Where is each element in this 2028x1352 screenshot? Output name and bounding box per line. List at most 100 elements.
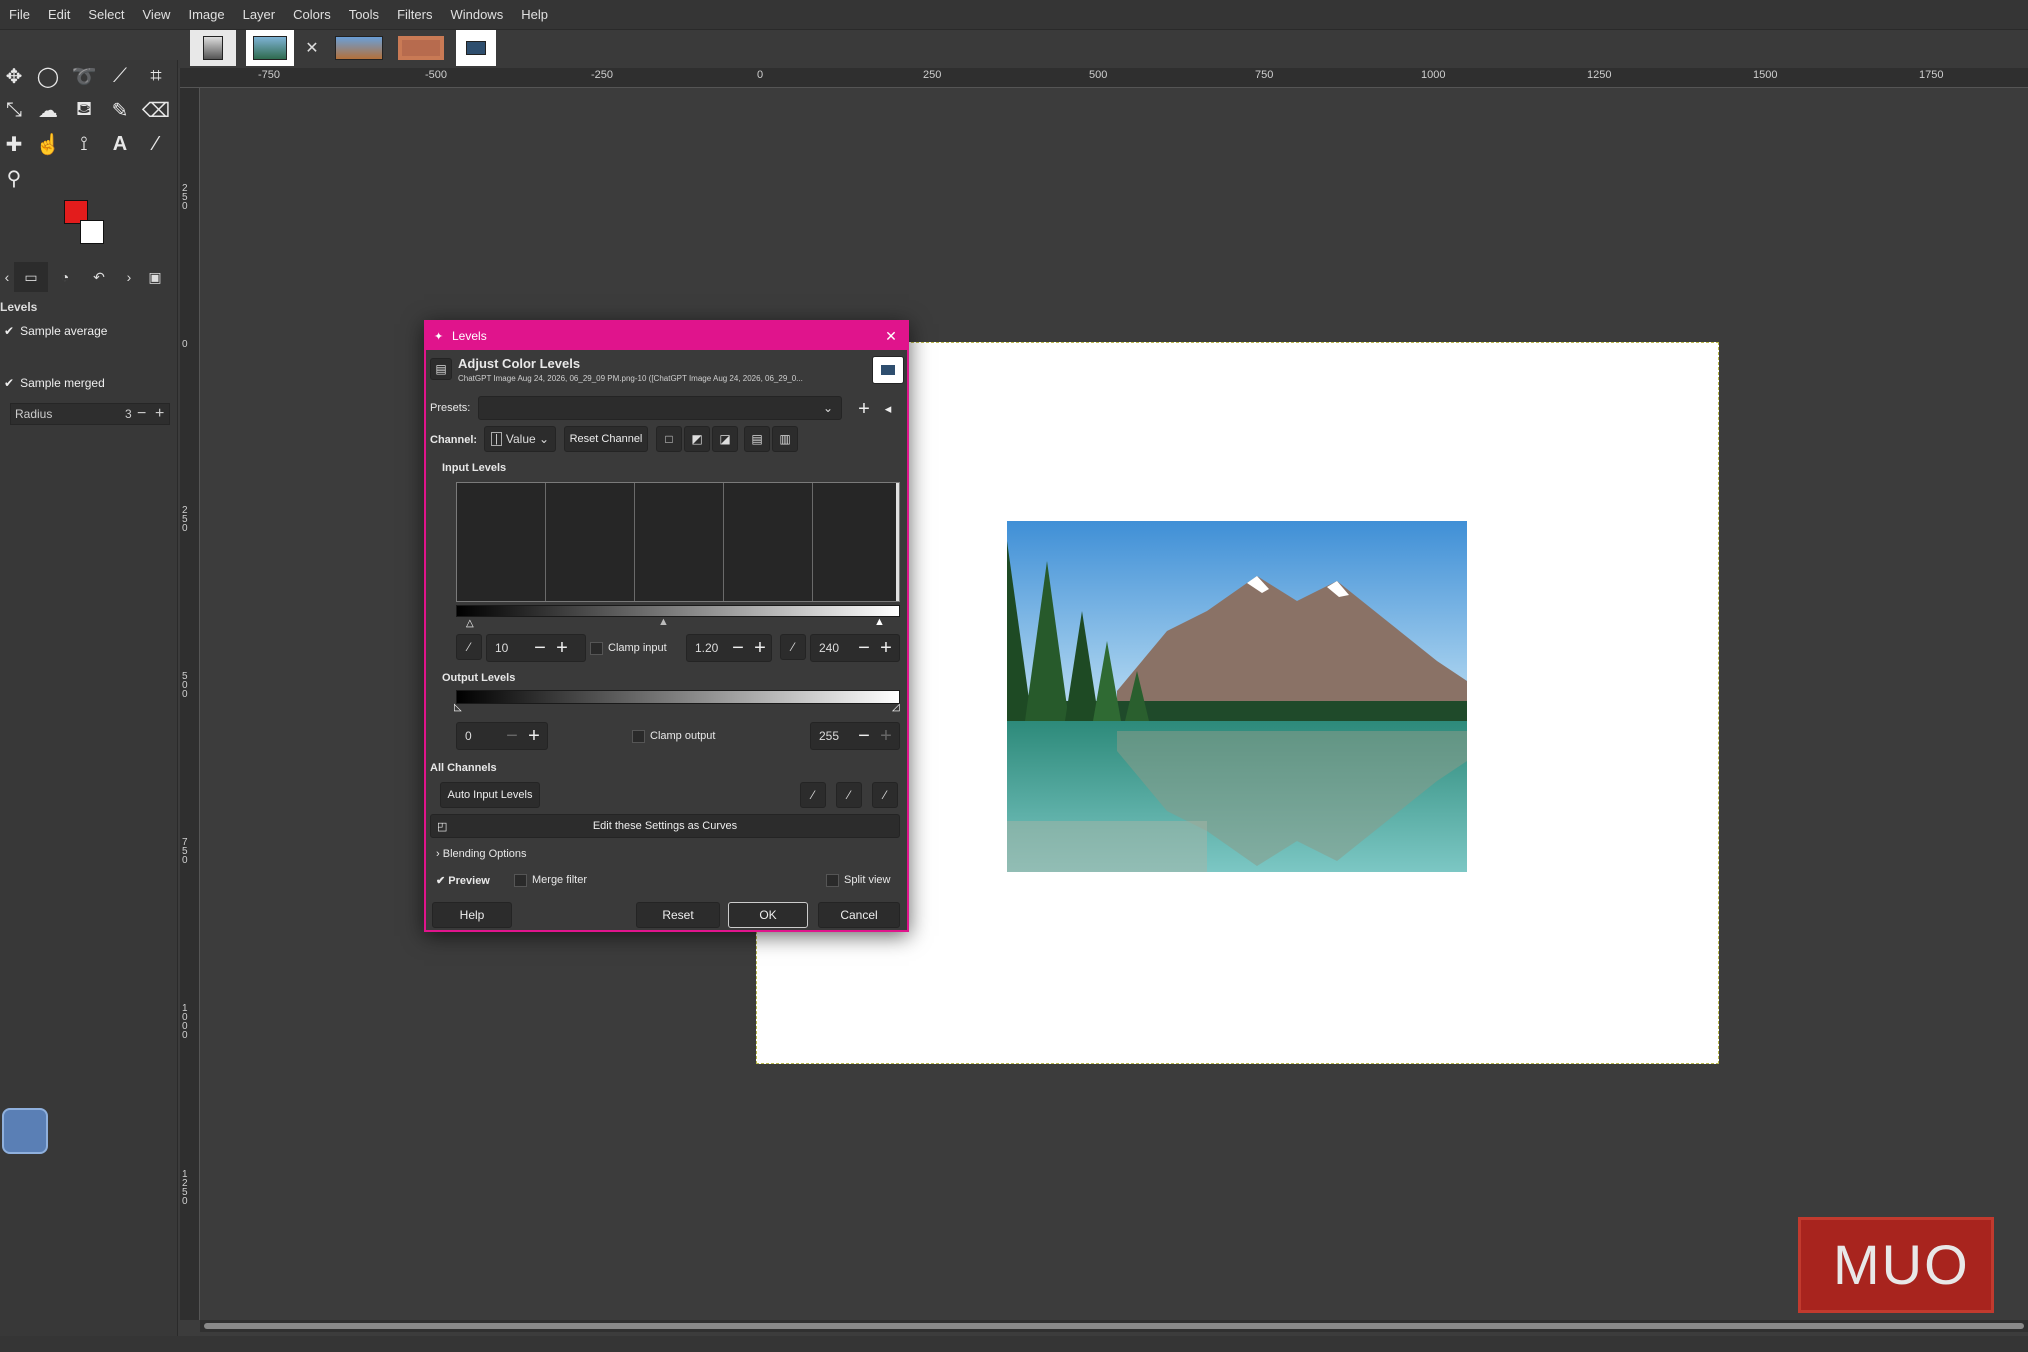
menu-layer[interactable]: Layer <box>234 0 285 30</box>
auto-input-levels-button[interactable]: Auto Input Levels <box>440 782 540 808</box>
image-tab-4[interactable] <box>394 30 448 66</box>
menu-windows[interactable]: Windows <box>441 0 512 30</box>
log-histogram-icon[interactable]: ◩ <box>684 426 710 452</box>
pick-black-point-icon[interactable]: ⁄ <box>800 782 826 808</box>
tool-options-tab-icon[interactable]: ▭ <box>14 262 48 292</box>
minus-icon[interactable]: − <box>137 405 146 423</box>
blending-options-expander[interactable]: › Blending Options <box>436 848 527 860</box>
menu-file[interactable]: File <box>0 0 39 30</box>
device-status-tab-icon[interactable]: ◔ <box>48 262 82 292</box>
value-channel-icon: | <box>491 432 502 446</box>
fuzzy-select-icon[interactable]: ⟋ <box>106 62 134 90</box>
menu-image[interactable]: Image <box>179 0 233 30</box>
chevron-right-icon[interactable]: › <box>116 262 142 292</box>
horizontal-scrollbar[interactable] <box>200 1320 2028 1332</box>
preview-option[interactable]: ✔ Preview <box>436 874 490 887</box>
paintbrush-icon[interactable]: ✎ <box>106 96 134 124</box>
plus-icon[interactable]: + <box>155 405 164 423</box>
eraser-icon[interactable]: ⌫ <box>142 96 170 124</box>
pick-black-point-icon[interactable]: ⁄ <box>456 634 482 660</box>
minus-icon[interactable]: − <box>854 723 874 749</box>
zoom-icon[interactable]: ⚲ <box>0 164 28 192</box>
sample-merged-option[interactable]: ✔ Sample merged <box>4 376 105 390</box>
image-tab-3[interactable] <box>332 30 386 66</box>
status-bar <box>0 1336 2028 1352</box>
cancel-button[interactable]: Cancel <box>818 902 900 928</box>
bucket-fill-icon[interactable]: ⛾ <box>70 96 98 124</box>
output-high-value: 255 <box>819 729 840 743</box>
crop-icon[interactable]: ⌗ <box>142 62 170 90</box>
close-tab-icon[interactable]: ✕ <box>300 30 324 66</box>
menu-filters[interactable]: Filters <box>388 0 441 30</box>
dock-menu-icon[interactable]: ▣ <box>142 262 168 292</box>
smudge-icon[interactable]: ☝ <box>34 130 62 158</box>
clamp-input-checkbox[interactable] <box>590 642 603 655</box>
heal-icon[interactable]: ✚ <box>0 130 28 158</box>
plus-icon[interactable]: + <box>750 635 770 661</box>
reset-channel-button[interactable]: Reset Channel <box>564 426 648 452</box>
preset-menu-icon[interactable]: ◂ <box>878 396 898 422</box>
merge-filter-checkbox[interactable] <box>514 874 527 887</box>
ellipse-select-icon[interactable]: ◯ <box>34 62 62 90</box>
close-icon[interactable]: ✕ <box>881 326 901 346</box>
menu-edit[interactable]: Edit <box>39 0 79 30</box>
add-preset-icon[interactable]: + <box>854 396 874 422</box>
ruler-label: 750 <box>1255 69 1274 81</box>
menu-help[interactable]: Help <box>512 0 557 30</box>
image-tab-2[interactable] <box>246 30 294 66</box>
lasso-icon[interactable]: ➰ <box>70 62 98 90</box>
menu-select[interactable]: Select <box>79 0 133 30</box>
plus-icon[interactable]: + <box>876 635 896 661</box>
reset-button[interactable]: Reset <box>636 902 720 928</box>
histogram-scale-icon[interactable]: ◪ <box>712 426 738 452</box>
output-high-handle-icon[interactable]: ◿ <box>892 702 900 713</box>
tool-options-title: Levels <box>0 300 38 314</box>
input-low-handle-icon[interactable]: △ <box>466 618 474 629</box>
show-input-icon[interactable]: ▤ <box>744 426 770 452</box>
text-tool-icon[interactable]: A <box>106 130 134 158</box>
menu-colors[interactable]: Colors <box>284 0 340 30</box>
plus-icon[interactable]: + <box>524 723 544 749</box>
ruler-label: 1250 <box>1587 69 1612 81</box>
help-button[interactable]: Help <box>432 902 512 928</box>
ok-button[interactable]: OK <box>728 902 808 928</box>
minus-icon[interactable]: − <box>502 723 522 749</box>
show-output-icon[interactable]: ▥ <box>772 426 798 452</box>
sample-average-option[interactable]: ✔ Sample average <box>4 324 107 338</box>
unified-transform-icon[interactable]: ⤡ <box>0 96 28 124</box>
input-high-handle-icon[interactable]: ▲ <box>874 616 885 628</box>
minus-icon[interactable]: − <box>728 635 748 661</box>
navigation-icon[interactable] <box>2 1108 48 1154</box>
presets-label: Presets: <box>430 402 471 414</box>
linear-histogram-icon[interactable]: □ <box>656 426 682 452</box>
gamma-handle-icon[interactable]: ▲ <box>658 616 669 628</box>
warp-transform-icon[interactable]: ☁ <box>34 96 62 124</box>
presets-dropdown[interactable]: ⌄ <box>478 396 842 420</box>
chevron-left-icon[interactable]: ‹ <box>0 262 14 292</box>
scrollbar-thumb[interactable] <box>204 1323 2024 1329</box>
channel-dropdown[interactable]: | Value ⌄ <box>484 426 556 452</box>
split-view-checkbox[interactable] <box>826 874 839 887</box>
image-tab-5[interactable] <box>456 30 496 66</box>
pick-gray-point-icon[interactable]: ⁄ <box>836 782 862 808</box>
edit-as-curves-button[interactable]: ◰ Edit these Settings as Curves <box>430 814 900 838</box>
dialog-titlebar[interactable]: ✦ Levels ✕ <box>426 322 907 350</box>
output-low-handle-icon[interactable]: ◺ <box>454 702 462 713</box>
move-tool-icon[interactable]: ✥ <box>0 62 28 90</box>
background-color[interactable] <box>80 220 104 244</box>
image-tab-1[interactable] <box>190 30 236 66</box>
menu-view[interactable]: View <box>134 0 180 30</box>
minus-icon[interactable]: − <box>854 635 874 661</box>
plus-icon[interactable]: + <box>876 723 896 749</box>
pick-white-point-icon[interactable]: ⁄ <box>780 634 806 660</box>
menu-tools[interactable]: Tools <box>340 0 388 30</box>
plus-icon[interactable]: + <box>552 635 572 661</box>
pick-white-point-icon[interactable]: ⁄ <box>872 782 898 808</box>
clamp-output-checkbox[interactable] <box>632 730 645 743</box>
radius-spinner[interactable]: Radius 3 − + <box>10 403 170 425</box>
paths-icon[interactable]: ⟟ <box>70 130 98 158</box>
color-picker-icon[interactable]: ⁄ <box>142 130 170 158</box>
histogram-gridline <box>723 483 724 601</box>
minus-icon[interactable]: − <box>530 635 550 661</box>
undo-history-tab-icon[interactable]: ↶ <box>82 262 116 292</box>
